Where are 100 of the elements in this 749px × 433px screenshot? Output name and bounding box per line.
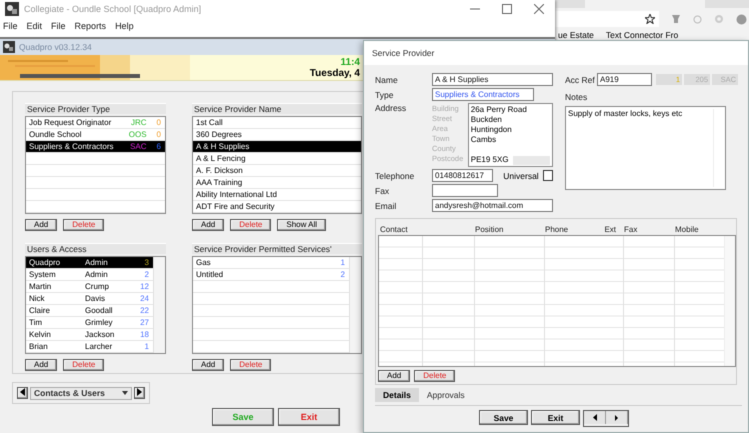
- count: 2: [340, 270, 345, 279]
- next-button[interactable]: [134, 387, 145, 399]
- menu-item[interactable]: Help: [115, 20, 134, 30]
- star-icon[interactable]: [645, 14, 655, 24]
- left-arrow-icon: [592, 414, 596, 421]
- postcode-text: PE19 5XG: [470, 155, 509, 165]
- field-label: Email: [375, 200, 398, 210]
- name-field[interactable]: A & H Supplies: [432, 73, 553, 86]
- list-header: Users & Access: [25, 243, 166, 254]
- delete-button[interactable]: Delete: [63, 359, 104, 371]
- list-row[interactable]: Tim Grimley 27: [26, 317, 153, 329]
- next-button[interactable]: [606, 411, 628, 424]
- list-row[interactable]: ADT Fire and Security: [193, 201, 361, 213]
- address-field[interactable]: 26a Perry Road Buckden Huntingdon Cambs PE19 5XG: [468, 103, 553, 167]
- email-field[interactable]: andysresh@hotmail.com: [432, 199, 553, 212]
- list-row[interactable]: Suppliers & Contractors SAC 6: [26, 141, 165, 153]
- menu-item[interactable]: File: [3, 20, 18, 30]
- previous-button[interactable]: [17, 387, 28, 399]
- universal-checkbox[interactable]: [542, 170, 553, 181]
- exit-button[interactable]: Exit: [278, 408, 340, 426]
- field-label: Type: [375, 90, 394, 100]
- last-name: Jackson: [85, 330, 116, 339]
- fax-field[interactable]: [432, 184, 498, 197]
- first-name: Quadpro: [29, 258, 62, 267]
- first-name: Martin: [29, 282, 52, 291]
- count: 24: [140, 294, 149, 303]
- menu-item[interactable]: Edit: [26, 20, 42, 30]
- count: 22: [140, 306, 149, 315]
- button[interactable]: Add: [192, 359, 224, 371]
- account-ref-field[interactable]: A919: [597, 73, 652, 86]
- button[interactable]: Show All: [277, 219, 326, 231]
- tab[interactable]: Details: [375, 388, 419, 402]
- list-row[interactable]: Quadpro Admin 3: [26, 257, 153, 269]
- close-icon[interactable]: [534, 4, 544, 14]
- scrollbar[interactable]: [349, 257, 361, 353]
- delete-button[interactable]: Delete: [230, 219, 272, 231]
- scrollbar[interactable]: [153, 257, 165, 353]
- bookmark-link[interactable]: Text Connector Fro: [606, 30, 678, 40]
- list-row[interactable]: System Admin 2: [26, 269, 153, 281]
- notes-field[interactable]: Supply of master locks, keys etc: [565, 106, 726, 190]
- list-row[interactable]: 1st Call: [193, 117, 361, 129]
- count: 2: [144, 270, 149, 279]
- count: 12: [140, 282, 149, 291]
- list-row[interactable]: Job Request Originator JRC 0: [26, 117, 165, 129]
- delete-button[interactable]: Delete: [230, 359, 272, 371]
- type-code: SAC: [130, 142, 147, 151]
- window-title: Quadpro v03.12.34: [19, 42, 92, 52]
- type-code: OOS: [128, 130, 147, 139]
- list-row[interactable]: Kelvin Jackson 18: [26, 329, 153, 341]
- profile-icon[interactable]: [736, 14, 747, 24]
- list-row[interactable]: Brian Larcher 1: [26, 341, 153, 353]
- column-header: Ext: [604, 224, 616, 234]
- provider-name: A & H Supplies: [196, 142, 250, 151]
- list-row[interactable]: Martin Crump 12: [26, 281, 153, 293]
- section-dropdown[interactable]: Contacts & Users: [30, 386, 132, 400]
- type-name: Job Request Originator: [29, 118, 112, 127]
- column-header: Mobile: [674, 224, 700, 234]
- previous-button[interactable]: [584, 411, 606, 424]
- list-row[interactable]: A & H Supplies: [193, 141, 361, 153]
- button[interactable]: Exit: [531, 410, 580, 425]
- maximize-icon[interactable]: [502, 4, 512, 14]
- button[interactable]: Add: [25, 359, 58, 371]
- list-row[interactable]: Gas 1: [193, 257, 349, 269]
- type-code: JRC: [130, 118, 147, 127]
- list-row[interactable]: A & L Fencing: [193, 153, 361, 165]
- address-bar[interactable]: [555, 11, 659, 27]
- column-header: Phone: [545, 224, 568, 234]
- service-name: Untitled: [196, 270, 224, 279]
- bookmark-link[interactable]: ue Estate: [558, 30, 594, 40]
- delete-button[interactable]: Delete: [414, 370, 456, 382]
- button[interactable]: Add: [25, 219, 58, 231]
- menu-item[interactable]: Reports: [74, 20, 106, 30]
- menu-item[interactable]: File: [51, 20, 66, 30]
- list-row[interactable]: A. F. Dickson: [193, 165, 361, 177]
- last-name: Grimley: [85, 318, 114, 327]
- telephone-field[interactable]: 01480812617: [432, 169, 494, 182]
- type-field[interactable]: Suppliers & Contractors: [432, 88, 534, 101]
- list-row[interactable]: Ability International Ltd: [193, 189, 361, 201]
- field-label: Name: [375, 74, 399, 84]
- count: 0: [156, 118, 161, 127]
- address-line: Cambs: [470, 135, 498, 145]
- list-row[interactable]: Nick Davis 24: [26, 293, 153, 305]
- count: 3: [144, 258, 149, 267]
- list-row[interactable]: Claire Goodall 22: [26, 305, 153, 317]
- contacts-table[interactable]: [378, 235, 736, 367]
- provider-name: ADT Fire and Security: [196, 202, 275, 211]
- provider-name: AAA Training: [196, 178, 242, 187]
- delete-button[interactable]: Delete: [63, 219, 104, 231]
- app-logo-icon: [5, 2, 19, 16]
- provider-name: A & L Fencing: [196, 154, 246, 163]
- button[interactable]: Add: [192, 219, 224, 231]
- column-header: Position: [474, 224, 504, 234]
- first-name: Brian: [29, 342, 49, 351]
- first-name: Claire: [29, 306, 51, 315]
- list-row[interactable]: AAA Training: [193, 177, 361, 189]
- checkbox-label: Universal: [503, 170, 539, 180]
- list-row[interactable]: Untitled 2: [193, 269, 349, 281]
- button[interactable]: Save: [479, 410, 528, 425]
- button[interactable]: Add: [378, 370, 410, 382]
- last-name: Davis: [85, 294, 106, 303]
